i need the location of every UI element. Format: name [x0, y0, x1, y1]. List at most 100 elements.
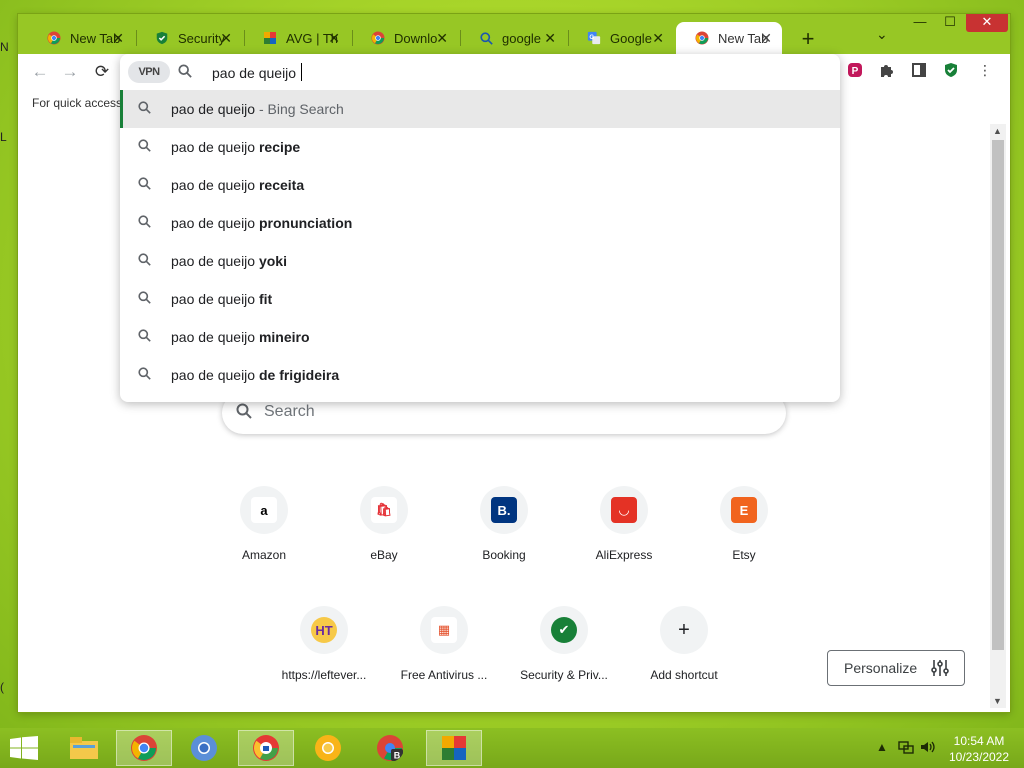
shortcut-tile[interactable]: + Add shortcut	[628, 606, 740, 682]
avg-icon	[262, 30, 278, 46]
shield-icon[interactable]	[942, 62, 960, 80]
tab-close-icon[interactable]: ✕	[652, 30, 664, 47]
shortcut-tile[interactable]: B. Booking	[448, 486, 560, 562]
shortcut-tile[interactable]: a Amazon	[208, 486, 320, 562]
shortcut-icon: HT	[300, 606, 348, 654]
menu-icon[interactable]: ⋮	[976, 62, 994, 80]
shield-icon	[154, 30, 170, 46]
sidepanel-icon[interactable]	[910, 62, 928, 80]
shortcut-label: https://leftever...	[281, 668, 367, 682]
suggestion-item[interactable]: pao de queijo yoki	[120, 242, 840, 280]
tab-6[interactable]: G Google ✕	[568, 22, 674, 54]
tray-expand-icon[interactable]: ▲	[876, 740, 888, 754]
shortcut-label: Security & Priv...	[520, 668, 608, 682]
desktop-icon-label-fragment: L	[0, 130, 7, 144]
browser-window: New Tab ✕ Security ✕ AVG | Th ✕ Downlo ✕ google ✕…	[18, 14, 1010, 712]
shortcut-tile[interactable]: E Etsy	[688, 486, 800, 562]
suggestion-item[interactable]: pao de queijo de frigideira	[120, 356, 840, 394]
shortcut-label: Add shortcut	[650, 668, 718, 682]
pocket-icon[interactable]: P	[846, 62, 864, 80]
scroll-down-arrow[interactable]: ▼	[993, 696, 1002, 706]
window-close-button[interactable]: ✕	[966, 14, 1008, 32]
volume-icon[interactable]	[920, 740, 936, 757]
search-icon	[138, 215, 151, 231]
tab-close-icon[interactable]: ✕	[436, 30, 448, 47]
vpn-button[interactable]: VPN	[128, 61, 170, 83]
tab-close-icon[interactable]: ✕	[112, 30, 124, 47]
tab-2[interactable]: Security ✕	[136, 22, 242, 54]
tab-5[interactable]: google ✕	[460, 22, 566, 54]
address-bar-input[interactable]	[212, 62, 812, 84]
suggestion-item[interactable]: pao de queijo recipe	[120, 128, 840, 166]
suggestion-completion: de frigideira	[258, 367, 340, 383]
suggestion-prefix: pao de queijo	[171, 291, 259, 307]
scroll-up-arrow[interactable]: ▲	[993, 126, 1002, 136]
chrome-canary-taskbar-icon[interactable]	[300, 730, 356, 766]
shortcut-tile[interactable]: ◡ AliExpress	[568, 486, 680, 562]
suggestion-item[interactable]: pao de queijo receita	[120, 166, 840, 204]
shortcut-label: Etsy	[732, 548, 756, 562]
shortcut-icon: ✔	[540, 606, 588, 654]
shortcut-icon: B.	[480, 486, 528, 534]
suggestion-item[interactable]: pao de queijo mineiro	[120, 318, 840, 356]
tab-7[interactable]: New Tab ✕	[676, 22, 782, 54]
suggestion-text: pao de queijo - Bing Search	[171, 101, 344, 117]
maximize-button[interactable]: ☐	[936, 14, 964, 32]
personalize-button[interactable]: Personalize	[827, 650, 965, 686]
chrome-beta-taskbar-icon[interactable]: B	[362, 730, 418, 766]
shortcut-tile[interactable]: ✔ Security & Priv...	[508, 606, 620, 682]
minimize-button[interactable]: —	[906, 14, 934, 32]
shortcut-tile[interactable]: HT https://leftever...	[268, 606, 380, 682]
network-icon[interactable]	[898, 740, 914, 757]
svg-text:P: P	[852, 66, 859, 77]
suggestion-item[interactable]: pao de queijo pronunciation	[120, 204, 840, 242]
tab-close-icon[interactable]: ✕	[328, 30, 340, 47]
suggestion-completion: recipe	[258, 139, 301, 155]
tab-4[interactable]: Downlo ✕	[352, 22, 458, 54]
tab-1[interactable]: New Tab ✕	[28, 22, 134, 54]
suggestion-prefix: pao de queijo	[171, 329, 259, 345]
shortcut-icon: ▦	[420, 606, 468, 654]
system-clock[interactable]: 10:54 AM 10/23/2022	[944, 733, 1014, 765]
suggestion-item[interactable]: pao de queijo - Bing Search	[120, 90, 840, 128]
tab-strip: New Tab ✕ Security ✕ AVG | Th ✕ Downlo ✕ google ✕…	[18, 14, 1010, 54]
chrome-taskbar-icon[interactable]	[116, 730, 172, 766]
shortcut-icon: +	[660, 606, 708, 654]
suggestion-text: pao de queijo yoki	[171, 253, 287, 269]
search-icon	[138, 291, 151, 307]
svg-text:G: G	[589, 34, 594, 41]
search-icon	[138, 177, 151, 193]
taskbar: B ▲ 10:54 AM 10/23/2022	[0, 728, 1024, 768]
puzzle-icon[interactable]	[878, 62, 896, 80]
file-explorer-icon[interactable]	[56, 730, 112, 766]
tab-close-icon[interactable]: ✕	[544, 30, 556, 47]
scroll-thumb[interactable]	[992, 140, 1004, 650]
chromium-taskbar-icon[interactable]	[176, 730, 232, 766]
suggestion-completion: mineiro	[258, 329, 310, 345]
tab-close-icon[interactable]: ✕	[760, 30, 772, 47]
desktop-icon-label-fragment: (	[0, 680, 4, 694]
avg-taskbar-icon[interactable]	[426, 730, 482, 766]
secure-browser-taskbar-icon[interactable]	[238, 730, 294, 766]
forward-button[interactable]: →	[60, 62, 80, 82]
reload-button[interactable]: ⟳	[92, 62, 112, 82]
shortcut-label: AliExpress	[595, 548, 653, 562]
windows-start-icon[interactable]	[10, 736, 38, 766]
bookmark-bar-hint: For quick access,	[32, 96, 126, 110]
tab-3[interactable]: AVG | Th ✕	[244, 22, 350, 54]
suggestion-completion: receita	[258, 177, 305, 193]
suggestion-text: pao de queijo mineiro	[171, 329, 310, 345]
clock-date: 10/23/2022	[948, 750, 1010, 764]
suggestion-item[interactable]: pao de queijo fit	[120, 280, 840, 318]
new-tab-button[interactable]: +	[796, 26, 820, 52]
shortcut-label: Free Antivirus ...	[400, 668, 488, 682]
google-translate-icon: G	[586, 30, 602, 46]
back-button[interactable]: ←	[30, 62, 50, 82]
shortcut-tile[interactable]: 🛍 eBay	[328, 486, 440, 562]
tab-close-icon[interactable]: ✕	[220, 30, 232, 47]
shortcut-tile[interactable]: ▦ Free Antivirus ...	[388, 606, 500, 682]
scrollbar[interactable]: ▲ ▼	[990, 124, 1006, 708]
chrome-icon	[694, 30, 710, 46]
svg-text:B: B	[394, 751, 401, 761]
tab-search-button[interactable]: ⌄	[876, 26, 888, 43]
